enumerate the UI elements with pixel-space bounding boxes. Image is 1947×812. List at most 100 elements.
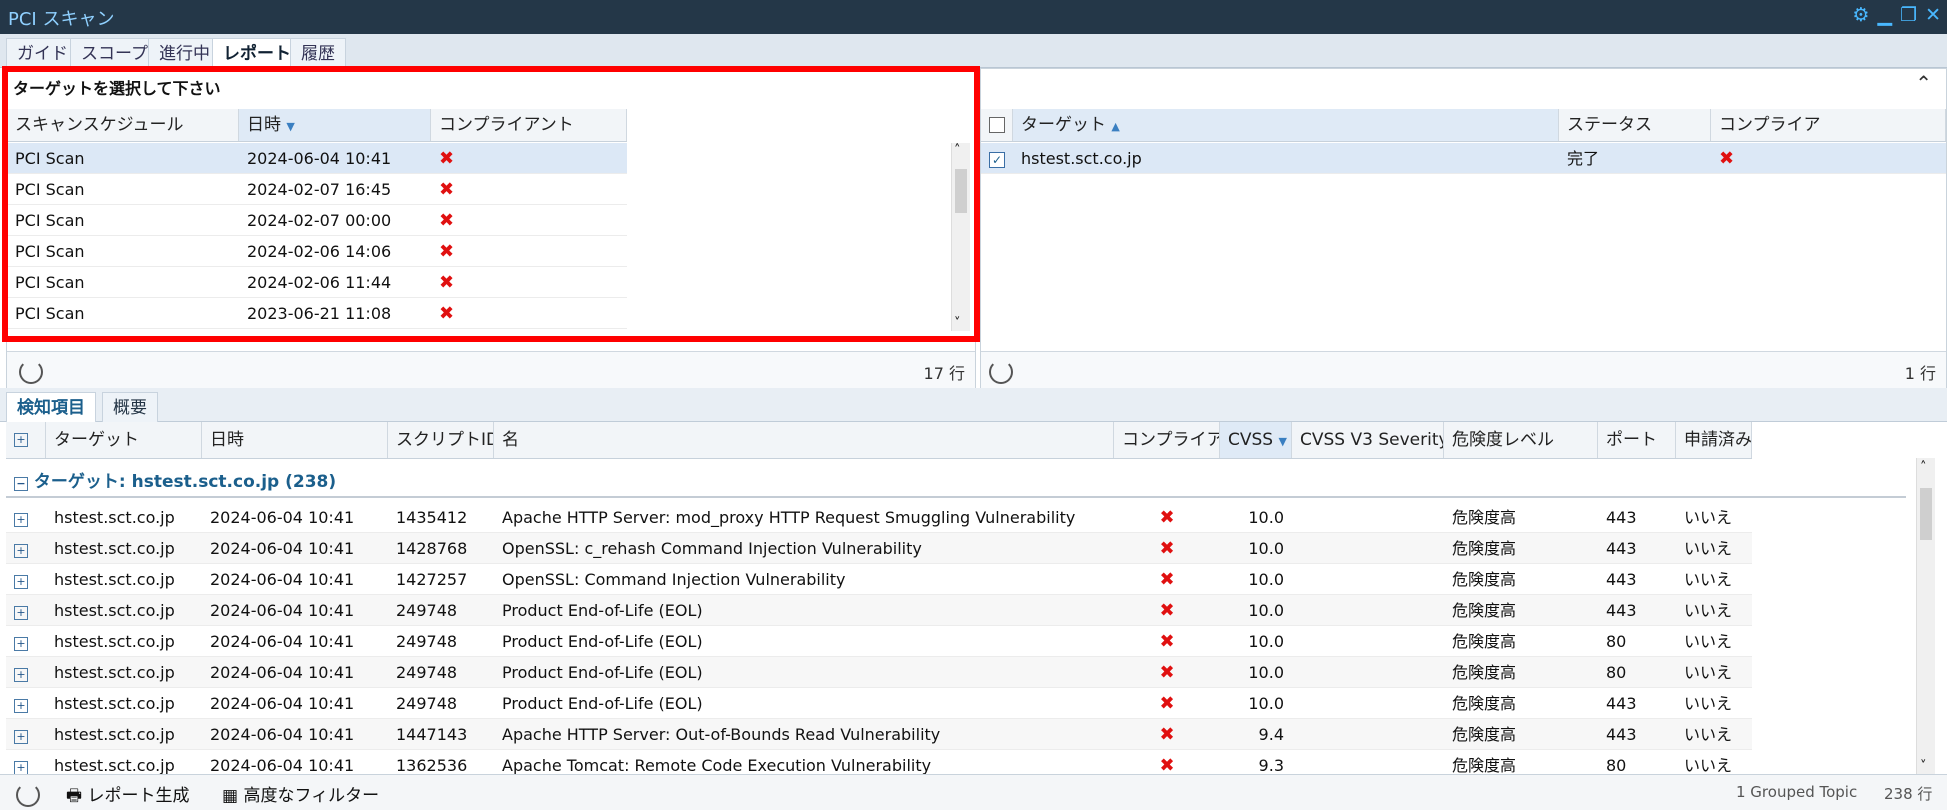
expand-row-icon[interactable]: +: [6, 719, 46, 750]
col-cvss-v3[interactable]: CVSS V3 Severity: [1292, 422, 1444, 458]
finding-script-id: 249748: [396, 601, 458, 620]
finding-cvss: 10.0: [1248, 601, 1284, 620]
sort-asc-icon: ▲: [1111, 120, 1120, 133]
col-target[interactable]: ターゲット: [46, 422, 202, 458]
finding-row[interactable]: + hstest.sct.co.jp 2024-06-04 10:41 1427257…: [6, 564, 1752, 595]
restore-icon[interactable]: ❐: [1900, 4, 1917, 26]
minimize-icon[interactable]: ▁: [1877, 4, 1892, 26]
finding-row[interactable]: + hstest.sct.co.jp 2024-06-04 10:41 1428768…: [6, 533, 1752, 564]
sort-desc-icon: ▼: [1278, 435, 1287, 448]
finding-risk: 危険度高: [1452, 539, 1517, 558]
tab-report[interactable]: レポート: [212, 38, 302, 69]
finding-applied: いいえ: [1684, 539, 1733, 558]
finding-target: hstest.sct.co.jp: [54, 694, 175, 713]
tab-in-progress[interactable]: 進行中: [148, 38, 221, 69]
finding-applied: いいえ: [1684, 663, 1733, 682]
row-checkbox[interactable]: ✓: [981, 143, 1013, 174]
collapse-group-icon[interactable]: −: [14, 477, 28, 491]
scroll-thumb[interactable]: [1920, 488, 1932, 540]
window-title: PCI スキャン: [8, 9, 115, 30]
finding-row[interactable]: + hstest.sct.co.jp 2024-06-04 10:41 249748 P…: [6, 657, 1752, 688]
col-applied[interactable]: 申請済み: [1676, 422, 1752, 458]
finding-target: hstest.sct.co.jp: [54, 632, 175, 651]
col-cvss[interactable]: CVSS ▼: [1220, 422, 1292, 458]
main-tab-bar: ガイド スコープ 進行中 レポート 履歴: [0, 34, 1947, 69]
finding-row[interactable]: + hstest.sct.co.jp 2024-06-04 10:41 249748 P…: [6, 595, 1752, 626]
finding-cvss: 9.4: [1258, 725, 1284, 744]
tab-scope[interactable]: スコープ: [70, 38, 159, 69]
target-row[interactable]: ✓ hstest.sct.co.jp 完了 ✖: [981, 143, 1946, 174]
col-target[interactable]: ターゲット ▲: [1013, 109, 1559, 141]
finding-port: 80: [1606, 663, 1627, 682]
noncompliant-icon: ✖: [1159, 631, 1175, 652]
finding-cvss: 10.0: [1248, 663, 1284, 682]
expand-all-icon[interactable]: +: [6, 422, 46, 458]
finding-cvss: 10.0: [1248, 539, 1284, 558]
finding-cvss-v3: [1292, 595, 1444, 626]
finding-target: hstest.sct.co.jp: [54, 539, 175, 558]
findings-scrollbar[interactable]: ˄ ˅: [1916, 458, 1935, 774]
refresh-icon[interactable]: [989, 360, 1013, 384]
col-compliant[interactable]: コンプライア: [1711, 109, 1946, 141]
col-datetime[interactable]: 日時: [202, 422, 388, 458]
finding-script-id: 1447143: [396, 725, 468, 744]
expand-row-icon[interactable]: +: [6, 533, 46, 564]
noncompliant-icon: ✖: [1159, 600, 1175, 621]
noncompliant-icon: ✖: [1159, 538, 1175, 559]
finding-applied: いいえ: [1684, 601, 1733, 620]
noncompliant-icon: ✖: [1159, 507, 1175, 528]
expand-row-icon[interactable]: +: [6, 564, 46, 595]
finding-risk: 危険度高: [1452, 725, 1517, 744]
printer-icon: 🖶: [66, 786, 83, 806]
finding-row[interactable]: + hstest.sct.co.jp 2024-06-04 10:41 1447143…: [6, 719, 1752, 750]
finding-name: Apache HTTP Server: mod_proxy HTTP Reque…: [502, 508, 1076, 527]
window-controls: ⚙ ▁ ❐ ✕: [1852, 4, 1941, 26]
window-titlebar: PCI スキャン ⚙ ▁ ❐ ✕: [0, 0, 1947, 34]
finding-row[interactable]: + hstest.sct.co.jp 2024-06-04 10:41 249748 P…: [6, 626, 1752, 657]
footer-bar: 🖶 レポート生成 ▦ 高度なフィルター 1 Grouped Topic 238 …: [0, 774, 1947, 810]
col-risk[interactable]: 危険度レベル: [1444, 422, 1598, 458]
expand-row-icon[interactable]: +: [6, 595, 46, 626]
finding-port: 443: [1606, 539, 1637, 558]
select-all-checkbox[interactable]: [981, 109, 1013, 141]
tab-summary[interactable]: 概要: [102, 392, 158, 423]
finding-cvss-v3: [1292, 626, 1444, 657]
total-rows: 238 行: [1884, 785, 1933, 803]
finding-row[interactable]: + hstest.sct.co.jp 2024-06-04 10:41 249748 P…: [6, 688, 1752, 719]
collapse-up-icon[interactable]: ⌃: [1915, 71, 1932, 95]
refresh-icon[interactable]: [16, 783, 40, 807]
finding-name: Product End-of-Life (EOL): [502, 694, 703, 713]
finding-datetime: 2024-06-04 10:41: [210, 508, 355, 527]
expand-row-icon[interactable]: +: [6, 657, 46, 688]
finding-cvss: 10.0: [1248, 632, 1284, 651]
refresh-icon[interactable]: [19, 360, 43, 384]
col-name[interactable]: 名: [494, 422, 1114, 458]
tab-findings[interactable]: 検知項目: [6, 392, 96, 423]
tab-history[interactable]: 履歴: [290, 38, 346, 69]
finding-port: 443: [1606, 508, 1637, 527]
col-port[interactable]: ポート: [1598, 422, 1676, 458]
findings-header: + ターゲット 日時 スクリプトID 名 コンプライア CVSS ▼ CVSS …: [6, 422, 1752, 459]
target-header: ターゲット ▲ ステータス コンプライア: [981, 109, 1946, 142]
advanced-filter-button[interactable]: ▦ 高度なフィルター: [222, 781, 379, 806]
col-status[interactable]: ステータス: [1559, 109, 1711, 141]
finding-applied: いいえ: [1684, 694, 1733, 713]
close-icon[interactable]: ✕: [1925, 4, 1941, 26]
tab-guide[interactable]: ガイド: [6, 38, 79, 69]
expand-row-icon[interactable]: +: [6, 626, 46, 657]
expand-row-icon[interactable]: +: [6, 502, 46, 533]
finding-applied: いいえ: [1684, 725, 1733, 744]
finding-port: 443: [1606, 601, 1637, 620]
col-script-id[interactable]: スクリプトID: [388, 422, 494, 458]
scroll-up-icon[interactable]: ˄: [1920, 460, 1927, 475]
group-header[interactable]: − ターゲット: hstest.sct.co.jp (238): [6, 466, 1906, 498]
finding-row[interactable]: + hstest.sct.co.jp 2024-06-04 10:41 1435412…: [6, 502, 1752, 533]
expand-row-icon[interactable]: +: [6, 688, 46, 719]
finding-cvss-v3: [1292, 533, 1444, 564]
col-compliant[interactable]: コンプライア: [1114, 422, 1220, 458]
finding-applied: いいえ: [1684, 570, 1733, 589]
scroll-down-icon[interactable]: ˅: [1920, 759, 1927, 774]
gear-icon[interactable]: ⚙: [1852, 4, 1869, 26]
finding-script-id: 1428768: [396, 539, 468, 558]
generate-report-button[interactable]: 🖶 レポート生成: [66, 781, 189, 812]
